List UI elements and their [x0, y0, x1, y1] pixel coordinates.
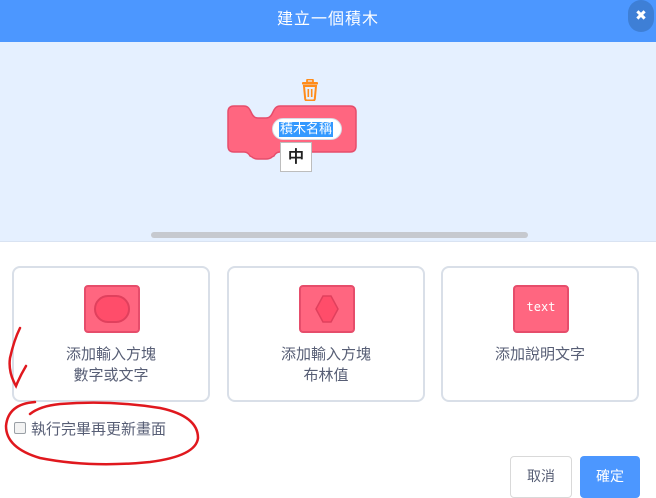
run-without-refresh-checkbox[interactable]	[14, 422, 26, 434]
add-number-text-input-option[interactable]: 添加輸入方塊 數字或文字	[12, 266, 210, 402]
block-name-text: 積木名稱	[279, 122, 334, 137]
block-preview-workspace: 積木名稱 中	[0, 42, 656, 242]
run-without-refresh-label[interactable]: 執行完畢再更新畫面	[31, 419, 166, 439]
block-name-input[interactable]: 積木名稱	[272, 118, 342, 140]
add-boolean-input-option[interactable]: 添加輸入方塊 布林值	[227, 266, 425, 402]
option-label: 添加輸入方塊 布林值	[280, 345, 371, 384]
boolean-input-icon	[299, 285, 355, 333]
trash-icon[interactable]	[300, 79, 320, 101]
dialog-header: 建立一個積木 ✖	[0, 0, 656, 42]
horizontal-scrollbar[interactable]	[151, 232, 528, 238]
text-label-icon: text	[513, 285, 569, 333]
text-label-symbol: text	[526, 300, 556, 314]
option-label: 添加說明文字	[494, 345, 585, 363]
dialog-title: 建立一個積木	[276, 9, 379, 28]
close-button[interactable]: ✖	[628, 0, 654, 32]
oval-input-icon	[84, 285, 140, 333]
add-label-text-option[interactable]: text 添加說明文字	[441, 266, 639, 402]
ime-indicator: 中	[280, 142, 312, 172]
close-icon: ✖	[635, 8, 647, 24]
ok-button[interactable]: 確定	[580, 456, 640, 498]
option-label: 添加輸入方塊 數字或文字	[65, 345, 156, 384]
cancel-button[interactable]: 取消	[510, 456, 572, 498]
